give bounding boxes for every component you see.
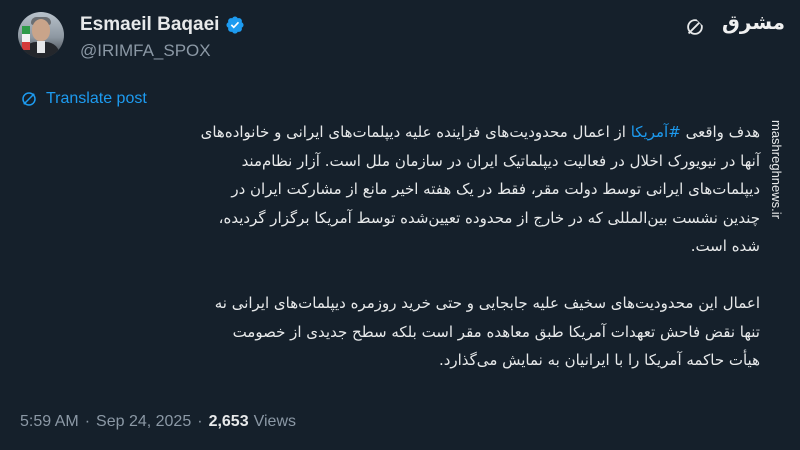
avatar-shirt	[37, 41, 45, 53]
views-label: Views	[253, 413, 296, 430]
watermark-site-text: mashreghnews.ir	[769, 120, 784, 219]
para1-rest: از اعمال محدودیت‌های فزاینده علیه دیپلما…	[200, 123, 760, 256]
avatar-flag	[22, 26, 30, 50]
meta-separator: ·	[84, 413, 91, 430]
translate-post-button[interactable]: Translate post	[20, 90, 147, 108]
author-handle[interactable]: @IRIMFA_SPOX	[80, 41, 211, 61]
tweet-body: هدف واقعی #آمریکا از اعمال محدودیت‌های ف…	[200, 118, 760, 375]
meta-separator: ·	[197, 413, 203, 430]
tweet: Esmaeil Baqaei @IRIMFA_SPOX مشرق mashreg…	[0, 0, 800, 450]
views-count: 2,653	[208, 413, 249, 430]
watermark-logo: مشرق	[722, 10, 786, 34]
verified-badge-icon	[226, 16, 244, 34]
hashtag-link[interactable]: #آمریکا	[631, 123, 681, 141]
tweet-date[interactable]: Sep 24, 2025	[96, 413, 191, 431]
tweet-meta: 5:59 AM · Sep 24, 2025 · 2,653 Views	[20, 413, 296, 431]
tweet-time[interactable]: 5:59 AM	[20, 413, 79, 431]
avatar-face	[32, 19, 50, 41]
author-display-name[interactable]: Esmaeil Baqaei	[80, 14, 219, 36]
para1-lead: هدف واقعی	[685, 123, 760, 141]
author-name-row: Esmaeil Baqaei	[80, 14, 245, 36]
tweet-paragraph-1: هدف واقعی #آمریکا از اعمال محدودیت‌های ف…	[200, 118, 760, 261]
translate-post-label: Translate post	[46, 90, 147, 107]
tweet-paragraph-2: اعمال این محدودیت‌های سخیف علیه جابجایی …	[214, 293, 760, 370]
translate-globe-icon	[22, 92, 36, 106]
avatar[interactable]	[18, 12, 64, 58]
grok-icon[interactable]	[684, 16, 706, 38]
